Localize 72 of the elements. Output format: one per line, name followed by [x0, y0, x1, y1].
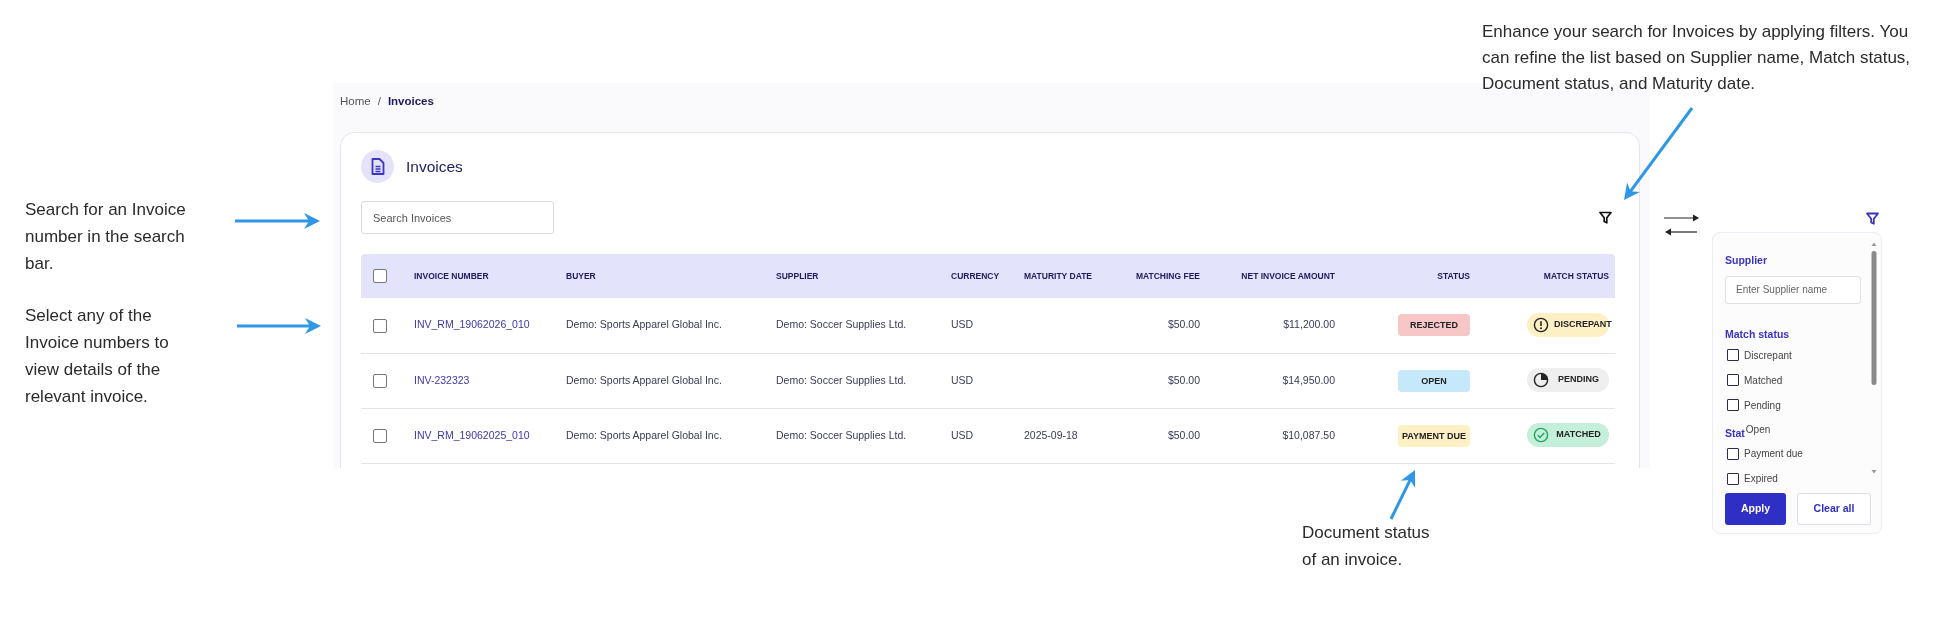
- filter-option-label: Payment due: [1744, 447, 1803, 462]
- column-header: MATCH STATUS: [1543, 270, 1609, 281]
- column-header: SUPPLIER: [776, 270, 819, 281]
- table-cell: 2025-09-18: [1024, 428, 1078, 441]
- table-cell: Demo: Sports Apparel Global Inc.: [566, 428, 722, 441]
- row-checkbox[interactable]: [373, 318, 387, 333]
- table-cell: USD: [951, 428, 974, 441]
- filter-option-label: Matched: [1744, 373, 1783, 388]
- filter-checkbox[interactable]: [1727, 349, 1739, 361]
- filter-heading: Match status: [1725, 326, 1790, 342]
- table-cell: USD: [951, 373, 974, 386]
- filter-option-label: Pending: [1744, 398, 1781, 413]
- apply-button[interactable]: Apply: [1725, 493, 1786, 525]
- table-cell: USD: [951, 318, 974, 331]
- filter-icon[interactable]: [1599, 211, 1612, 224]
- search-field[interactable]: Search Invoices: [361, 201, 554, 234]
- filter-option-label: Expired: [1744, 472, 1778, 487]
- match-status-badge: PENDING: [1527, 368, 1609, 393]
- row-checkbox[interactable]: [373, 428, 387, 443]
- status-badge: PAYMENT DUE: [1398, 424, 1470, 447]
- table-cell: $50.00: [1167, 428, 1200, 441]
- supplier-field[interactable]: Enter Supplier name: [1725, 275, 1861, 304]
- table-cell: Demo: Soccer Supplies Ltd.: [776, 318, 907, 331]
- breadcrumb-item[interactable]: Home: [340, 93, 371, 111]
- scrollbar[interactable]: [1871, 242, 1877, 474]
- breadcrumb-separator: /: [377, 94, 381, 110]
- filter-checkbox[interactable]: [1727, 399, 1739, 411]
- table-cell: $50.00: [1167, 373, 1200, 386]
- column-header: CURRENCY: [951, 270, 1000, 281]
- table-cell: Demo: Soccer Supplies Ltd.: [776, 428, 907, 441]
- filter-heading: Supplier: [1725, 253, 1768, 268]
- table-cell: $10,087.50: [1282, 428, 1335, 441]
- select-all-checkbox[interactable]: [373, 269, 387, 283]
- invoice-link[interactable]: INV-232323: [414, 373, 470, 386]
- column-header: BUYER: [566, 270, 596, 281]
- clear-all-button[interactable]: Clear all: [1797, 493, 1871, 525]
- filter-checkbox[interactable]: [1727, 472, 1739, 485]
- document-icon: [370, 158, 385, 175]
- column-header: MATURITY DATE: [1024, 270, 1092, 281]
- callout-text: Document status of an invoice.: [1302, 522, 1431, 571]
- status-badge: REJECTED: [1398, 314, 1470, 337]
- page-title: Invoices: [406, 156, 463, 177]
- table-cell: $14,950.00: [1282, 373, 1335, 386]
- filter-option-label: Discrepant: [1744, 348, 1792, 363]
- column-header: MATCHING FEE: [1135, 270, 1200, 281]
- filter-option-label: Open: [1745, 422, 1771, 437]
- table-cell: Demo: Sports Apparel Global Inc.: [566, 373, 722, 386]
- callout-arrow: [1389, 470, 1416, 520]
- check-circle-icon: [1533, 427, 1549, 444]
- status-badge: OPEN: [1398, 369, 1470, 392]
- table-cell: Demo: Soccer Supplies Ltd.: [776, 373, 907, 386]
- callout-text: Search for an Invoice number in the search bar.: [25, 199, 187, 275]
- column-header: INVOICE NUMBER: [414, 270, 489, 281]
- invoice-link[interactable]: INV_RM_19062026_010: [414, 318, 530, 331]
- table-cell: $50.00: [1167, 318, 1200, 331]
- filter-heading: Stat: [1725, 425, 1745, 441]
- table-cell: Demo: Sports Apparel Global Inc.: [566, 318, 722, 331]
- callout-text: Enhance your search for Invoices by applying filters. You can refine the list based on Supplier name, Match status, Document status, and Maturity date.: [1482, 21, 1912, 95]
- warning-icon: [1533, 316, 1549, 333]
- pie-icon: [1533, 372, 1549, 389]
- row-checkbox[interactable]: [373, 373, 387, 388]
- invoice-link[interactable]: INV_RM_19062025_010: [414, 428, 530, 441]
- filter-icon[interactable]: [1866, 212, 1879, 225]
- swap-arrows-icon: [1663, 214, 1699, 236]
- column-header: STATUS: [1437, 270, 1470, 281]
- filter-checkbox[interactable]: [1727, 374, 1739, 386]
- breadcrumb-item: Invoices: [387, 94, 434, 110]
- table-cell: $11,200.00: [1283, 318, 1335, 331]
- filter-checkbox[interactable]: [1727, 447, 1739, 460]
- match-status-badge: MATCHED: [1527, 423, 1609, 448]
- callout-text: Select any of the Invoice numbers to view details of the relevant invoice.: [25, 305, 170, 408]
- column-header: NET INVOICE AMOUNT: [1241, 270, 1335, 281]
